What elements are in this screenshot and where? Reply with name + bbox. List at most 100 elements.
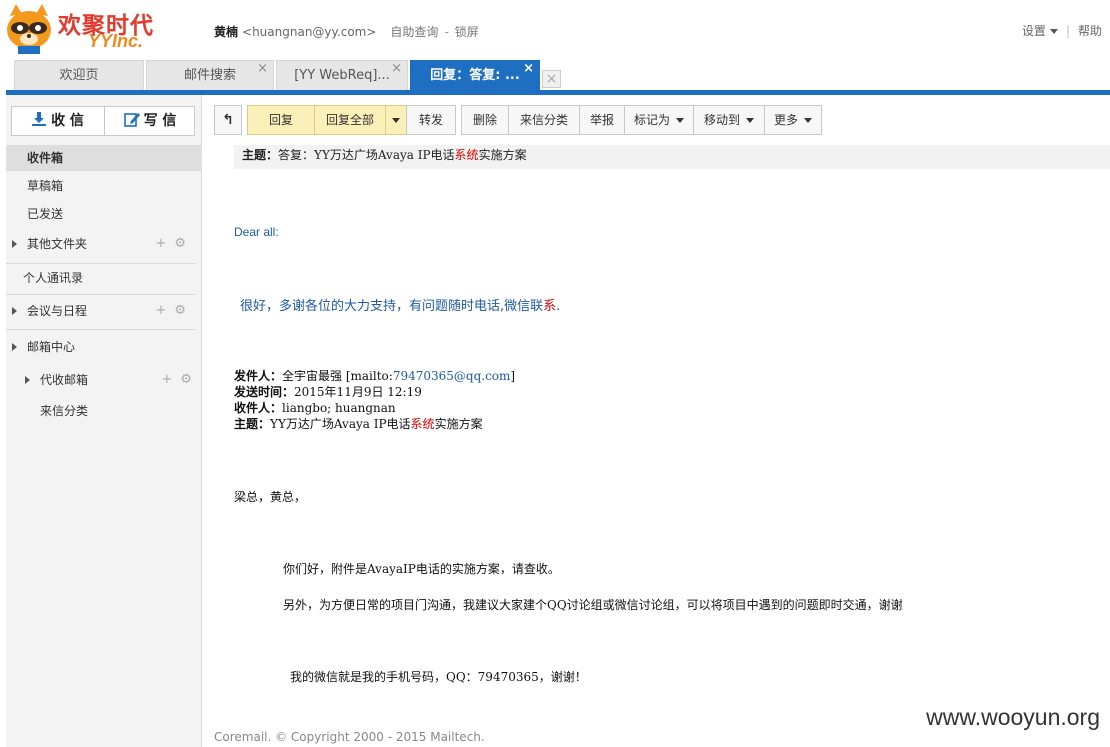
sidebar-item-label: 草稿箱 xyxy=(27,179,64,193)
paragraph-1: 你们好，附件是AvayaIP电话的实施方案，请查收。 xyxy=(283,562,560,576)
from-email-link[interactable]: 79470365@qq.com xyxy=(393,369,511,383)
back-arrow-icon: ↰ xyxy=(222,112,234,128)
close-icon[interactable]: × xyxy=(523,54,534,83)
lock-screen-link[interactable]: 锁屏 xyxy=(455,25,479,39)
self-query-link[interactable]: 自助查询 xyxy=(390,25,438,39)
receive-label: 收 信 xyxy=(51,113,84,129)
expand-arrow-icon[interactable] xyxy=(25,376,30,384)
quoted-subject-label: 主题： xyxy=(234,417,271,431)
close-all-tabs-button[interactable]: × xyxy=(542,70,561,88)
sidebar-item-calendar[interactable]: 会议与日程 + ⚙ xyxy=(6,298,202,324)
sidebar-item-mail-filter[interactable]: 来信分类 xyxy=(6,398,202,424)
reply-body: 很好，多谢各位的大力支持，有问题随时电话,微信联系. xyxy=(240,295,560,314)
gear-icon[interactable]: ⚙ xyxy=(180,372,192,387)
back-button[interactable]: ↰ xyxy=(214,105,242,135)
sidebar-item-inbox[interactable]: 收件箱 xyxy=(6,145,202,171)
quoted-subject: 主题：YY万达广场Avaya IP电话系统实施方案 xyxy=(234,416,515,432)
write-button[interactable]: 写 信 xyxy=(104,107,195,135)
delete-label: 删除 xyxy=(472,113,497,127)
user-bar: 黄楠 <huangnan@yy.com> 自助查询 - 锁屏 xyxy=(214,23,479,40)
sidebar-item-proxy-mailbox[interactable]: 代收邮箱 + ⚙ xyxy=(6,367,202,393)
gear-icon[interactable]: ⚙ xyxy=(174,236,186,251)
tab-mail-search[interactable]: 邮件搜索 × xyxy=(146,60,274,90)
sent-label: 发送时间： xyxy=(234,385,295,399)
sidebar-item-label: 收件箱 xyxy=(27,151,64,165)
reply-body-end: . xyxy=(556,299,561,314)
receive-button[interactable]: 收 信 xyxy=(12,107,103,135)
compose-buttons: 收 信 写 信 xyxy=(11,106,195,136)
settings-label: 设置 xyxy=(1021,24,1046,38)
watermark: www.wooyun.org xyxy=(926,704,1100,730)
user-email: <huangnan@yy.com> xyxy=(242,25,377,39)
divider xyxy=(6,329,196,330)
sidebar-item-drafts[interactable]: 草稿箱 xyxy=(6,173,202,199)
sidebar-item-other-folders[interactable]: 其他文件夹 + ⚙ xyxy=(6,231,202,257)
tab-label: 回复：答复: ... xyxy=(430,68,520,83)
report-button[interactable]: 举报 xyxy=(579,105,625,135)
add-icon[interactable]: + xyxy=(155,303,166,318)
reply-button[interactable]: 回复 xyxy=(247,105,315,135)
sidebar-item-label: 代收邮箱 xyxy=(40,373,89,387)
sidebar-item-contacts[interactable]: 个人通讯录 xyxy=(6,265,202,291)
sidebar: 收 信 写 信 收件箱 草稿箱 已发送 其他文件夹 + ⚙ 个人通讯录 会议与日… xyxy=(6,95,202,747)
expand-arrow-icon[interactable] xyxy=(12,240,17,248)
paragraph-2: 另外，为方便日常的项目门沟通，我建议大家建个QQ讨论组或微信讨论组，可以将项目中… xyxy=(283,598,903,612)
sidebar-item-label: 邮箱中心 xyxy=(27,340,76,354)
salutation: 梁总，黄总， xyxy=(234,490,307,504)
forward-label: 转发 xyxy=(418,113,443,127)
settings-menu[interactable]: 设置 xyxy=(1022,24,1058,38)
delete-button[interactable]: 删除 xyxy=(461,105,509,135)
quoted-subject-text: YY万达广场Avaya IP电话 xyxy=(270,417,411,431)
brand-logo[interactable]: 欢聚时代 YYInc. xyxy=(4,2,154,56)
move-to-label: 移动到 xyxy=(703,113,740,127)
add-icon[interactable]: + xyxy=(161,372,172,387)
tab-label: 邮件搜索 xyxy=(183,68,236,83)
chevron-down-icon xyxy=(392,118,400,123)
from-label: 发件人： xyxy=(234,369,283,383)
sidebar-item-sent[interactable]: 已发送 xyxy=(6,201,202,227)
to-value: liangbo; huangnan xyxy=(282,401,396,415)
reply-all-label: 回复全部 xyxy=(325,113,374,127)
reply-body-highlight: 系 xyxy=(543,299,557,314)
tab-reply[interactable]: 回复：答复: ... × xyxy=(410,60,540,90)
subject-bar: 主题：答复：YY万达广场Avaya IP电话系统实施方案 xyxy=(234,145,1110,169)
raccoon-logo-icon xyxy=(7,4,51,54)
expand-arrow-icon[interactable] xyxy=(12,343,17,351)
divider: | xyxy=(1065,24,1070,38)
close-icon[interactable]: × xyxy=(391,54,402,83)
expand-arrow-icon[interactable] xyxy=(12,307,17,315)
subject-highlight: 系统 xyxy=(454,148,479,162)
subject-label: 主题： xyxy=(242,148,279,162)
help-link[interactable]: 帮助 xyxy=(1078,24,1102,38)
header: 欢聚时代 YYInc. 黄楠 <huangnan@yy.com> 自助查询 - 锁屏 设… xyxy=(0,0,1110,60)
mark-as-menu[interactable]: 标记为 xyxy=(624,105,694,135)
calendar-ops: + ⚙ xyxy=(147,298,186,324)
quoted-from: 发件人：全宇宙最强 [mailto:79470365@qq.com] xyxy=(234,368,515,384)
top-right-links: 设置 | 帮助 xyxy=(1022,22,1102,39)
brand-name-en: YYInc. xyxy=(88,31,144,51)
tab-webreq[interactable]: [YY WebReq]... × xyxy=(276,60,408,90)
chevron-down-icon xyxy=(746,118,754,123)
reply-all-dropdown[interactable] xyxy=(385,105,407,135)
add-folder-icon[interactable]: + xyxy=(155,236,166,251)
close-icon[interactable]: × xyxy=(257,54,268,83)
quoted-sent: 发送时间：2015年11月9日 12:19 xyxy=(234,384,515,400)
from-name: 全宇宙最强 [mailto: xyxy=(282,369,393,383)
reply-all-button[interactable]: 回复全部 xyxy=(315,105,386,135)
write-label: 写 信 xyxy=(143,113,177,129)
from-close: ] xyxy=(510,369,516,383)
compose-icon xyxy=(123,113,140,127)
footer-copyright: Coremail. © Copyright 2000 - 2015 Mailte… xyxy=(214,730,485,744)
gear-icon[interactable]: ⚙ xyxy=(174,303,186,318)
move-to-menu[interactable]: 移动到 xyxy=(693,105,765,135)
more-menu[interactable]: 更多 xyxy=(764,105,822,135)
sidebar-item-label: 会议与日程 xyxy=(27,304,88,318)
sidebar-item-mail-center[interactable]: 邮箱中心 xyxy=(6,334,202,360)
tab-welcome[interactable]: 欢迎页 xyxy=(14,60,144,90)
divider xyxy=(6,294,196,295)
paragraph-3: 我的微信就是我的手机号码，QQ：79470365，谢谢！ xyxy=(290,670,587,684)
chevron-down-icon xyxy=(676,118,684,123)
classify-button[interactable]: 来信分类 xyxy=(508,105,580,135)
folder-ops: + ⚙ xyxy=(147,231,186,257)
forward-button[interactable]: 转发 xyxy=(406,105,456,135)
